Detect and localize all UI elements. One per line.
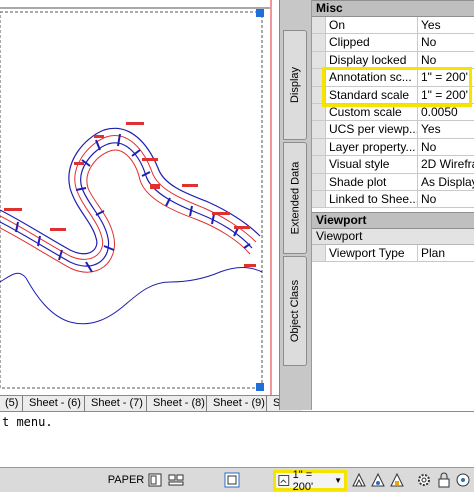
property-row[interactable]: Linked to Shee... No (312, 191, 474, 209)
road-alignment (0, 127, 261, 273)
property-row[interactable]: Shade plotAs Displayed (312, 173, 474, 191)
sheet-tab[interactable]: Sheet - (6) (22, 396, 88, 411)
sheet-tab[interactable]: Sheet - (7) (84, 396, 150, 411)
isolate-icon[interactable] (455, 471, 471, 489)
terrain-line (0, 267, 263, 325)
property-row[interactable]: UCS per viewp... Yes (312, 121, 474, 139)
viewport-grip-bottom-right (256, 383, 264, 391)
tab-object-class[interactable]: Object Class (283, 256, 307, 366)
properties-vertical-tabs: Display Extended Data Object Class (279, 0, 311, 410)
auto-scale-icon[interactable] (370, 471, 386, 489)
annotation-scale-icon[interactable] (389, 471, 405, 489)
quick-view-icon[interactable] (168, 471, 184, 489)
status-bar: PAPER 1" = 200' ▼ (0, 467, 474, 492)
maximize-viewport-icon[interactable] (224, 471, 240, 489)
tab-extended-data[interactable]: Extended Data (283, 142, 307, 254)
scale-highlight-box (322, 67, 472, 107)
sheet-tab[interactable]: Sheet - (9) (206, 396, 272, 411)
workspace-gear-icon[interactable] (416, 471, 432, 489)
command-line[interactable]: t menu. (0, 411, 474, 467)
annotation-visibility-icon[interactable] (351, 471, 367, 489)
property-row[interactable]: On Yes (312, 17, 474, 35)
property-row-viewport-type[interactable]: Viewport Type Plan (312, 245, 474, 263)
property-row[interactable]: Clipped No (312, 34, 474, 52)
paper-space-drawing (0, 0, 272, 395)
viewport-scale-icon (278, 475, 290, 486)
subsection-viewport[interactable]: Viewport (312, 229, 474, 245)
property-row[interactable]: Visual style2D Wirefram (312, 156, 474, 174)
command-history-text: t menu. (2, 415, 53, 429)
section-header-viewport[interactable]: Viewport (312, 212, 474, 229)
sheet-tab-bar: (5) Sheet - (6) Sheet - (7) Sheet - (8) … (0, 395, 302, 411)
viewport-scale-value: 1" = 200' (292, 468, 314, 492)
viewport-border (0, 11, 263, 389)
property-row[interactable]: Layer property... No (312, 138, 474, 157)
sheet-tab[interactable]: Sheet - (8) (146, 396, 212, 411)
section-header-misc[interactable]: Misc (312, 0, 474, 17)
chevron-down-icon: ▼ (334, 476, 342, 485)
viewport-scale-dropdown[interactable]: 1" = 200' ▼ (273, 468, 347, 492)
paper-space-toggle[interactable]: PAPER (108, 471, 144, 489)
viewport-grip-top-right (256, 9, 264, 17)
tab-display[interactable]: Display (283, 30, 307, 140)
model-layout-icon[interactable] (147, 471, 163, 489)
properties-panel: Misc On Yes Clipped No Display locked No An… (311, 0, 474, 410)
lock-icon[interactable] (436, 471, 452, 489)
drawing-canvas[interactable] (0, 0, 279, 397)
